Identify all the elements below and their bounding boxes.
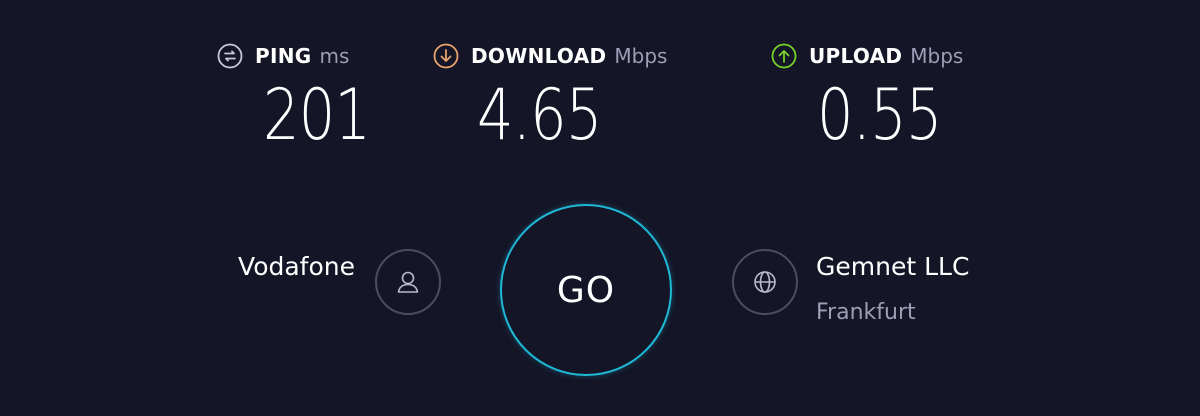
ping-label: PING [255, 44, 312, 68]
upload-metric: UPLOAD Mbps 0.55 [771, 40, 963, 156]
upload-value: 0.55 [817, 74, 942, 156]
download-metric: DOWNLOAD Mbps 4.65 [433, 40, 667, 156]
download-unit: Mbps [614, 44, 668, 68]
ping-value: 201 [263, 74, 371, 156]
ping-metric: PING ms 201 [217, 40, 371, 156]
provider-name: Vodafone [238, 252, 355, 281]
ping-icon [217, 43, 243, 69]
server-location[interactable]: Frankfurt [816, 300, 916, 325]
server-name: Gemnet LLC [816, 252, 970, 281]
go-button[interactable]: GO [500, 204, 672, 376]
download-header: DOWNLOAD Mbps [433, 40, 667, 72]
upload-header: UPLOAD Mbps [771, 40, 963, 72]
server-button[interactable] [732, 249, 798, 315]
ping-header: PING ms [217, 40, 349, 72]
upload-arrow-icon [771, 43, 797, 69]
upload-label: UPLOAD [809, 44, 903, 68]
globe-icon [750, 267, 780, 297]
user-icon [393, 267, 423, 297]
ping-unit: ms [319, 44, 350, 68]
download-value: 4.65 [477, 74, 602, 156]
provider-button[interactable] [375, 249, 441, 315]
go-label: GO [556, 269, 616, 311]
download-label: DOWNLOAD [471, 44, 607, 68]
download-arrow-icon [433, 43, 459, 69]
upload-unit: Mbps [910, 44, 964, 68]
